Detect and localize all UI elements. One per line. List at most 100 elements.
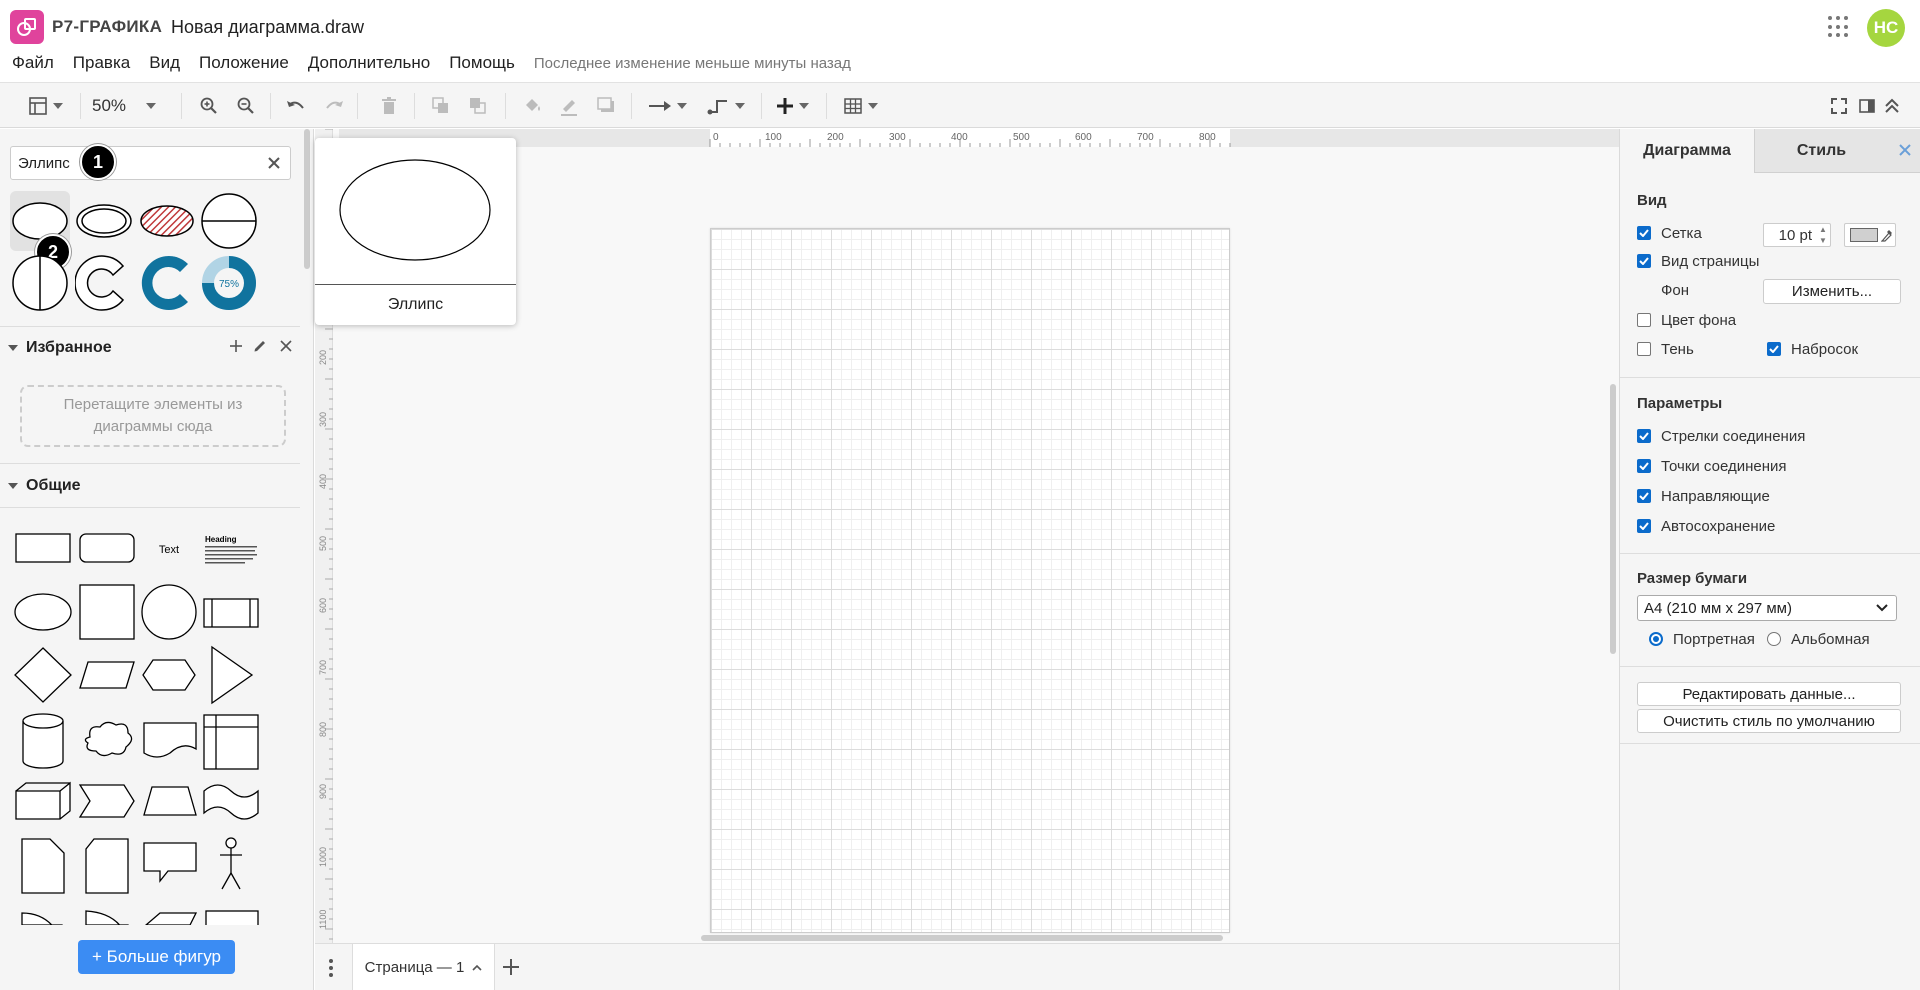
- add-favorite-icon[interactable]: [229, 339, 243, 358]
- shadow-button[interactable]: [593, 91, 619, 121]
- favorites-drop-zone[interactable]: Перетащите элементы из диаграммы сюда: [20, 385, 286, 447]
- to-front-button[interactable]: [428, 91, 454, 121]
- option-guides[interactable]: Направляющие: [1637, 486, 1770, 506]
- menu-file[interactable]: Файл: [12, 53, 54, 73]
- sketch-checkbox[interactable]: [1767, 342, 1781, 356]
- bg-color-option[interactable]: Цвет фона: [1637, 310, 1736, 330]
- general-header[interactable]: Общие: [8, 474, 81, 498]
- horizontal-scrollbar[interactable]: [701, 935, 1223, 941]
- delete-button[interactable]: [376, 91, 402, 121]
- tab-style[interactable]: Стиль: [1754, 129, 1888, 173]
- option-connection-arrows[interactable]: Стрелки соединения: [1637, 426, 1805, 446]
- collapse-button[interactable]: [1881, 91, 1903, 121]
- menu-help[interactable]: Помощь: [449, 53, 515, 73]
- more-vertical-icon[interactable]: [328, 958, 334, 978]
- general-title: Общие: [26, 477, 81, 494]
- shape-divided-circle[interactable]: [199, 191, 259, 251]
- ruler-label: 500: [1013, 132, 1030, 143]
- more-shapes-button[interactable]: + Больше фигур: [78, 940, 235, 974]
- to-back-button[interactable]: [465, 91, 491, 121]
- grid-option[interactable]: Сетка: [1637, 223, 1702, 243]
- chevron-down-icon: [53, 103, 63, 109]
- view-panels-button[interactable]: [24, 91, 68, 121]
- table-button[interactable]: [840, 91, 882, 121]
- paper-size-select[interactable]: A4 (210 мм x 297 мм): [1637, 595, 1897, 621]
- diagram-page[interactable]: [710, 228, 1230, 933]
- toolbar-divider: [505, 93, 506, 119]
- connection-style-button[interactable]: [645, 91, 691, 121]
- ruler-label: 300: [318, 412, 328, 427]
- shape-search[interactable]: [10, 146, 291, 180]
- favorites-header[interactable]: Избранное: [8, 336, 298, 360]
- last-change-status[interactable]: Последнее изменение меньше минуты назад: [534, 55, 851, 72]
- sidebar-scrollbar[interactable]: [304, 129, 310, 269]
- grid-color-button[interactable]: [1844, 223, 1896, 247]
- chevron-down-icon: [868, 103, 878, 109]
- vertical-scrollbar[interactable]: [1610, 384, 1616, 654]
- chevron-down-icon: [799, 103, 809, 109]
- zoom-out-button[interactable]: [233, 91, 259, 121]
- undo-button[interactable]: [283, 91, 309, 121]
- edit-data-button[interactable]: Редактировать данные...: [1637, 682, 1901, 706]
- clear-default-style-button[interactable]: Очистить стиль по умолчанию: [1637, 709, 1901, 733]
- page-view-option[interactable]: Вид страницы: [1637, 251, 1759, 271]
- chevron-up-icon[interactable]: [472, 964, 482, 972]
- grid-checkbox[interactable]: [1637, 226, 1651, 240]
- close-favorites-icon[interactable]: [279, 339, 293, 358]
- close-icon[interactable]: [1896, 141, 1914, 159]
- option-autosave[interactable]: Автосохранение: [1637, 516, 1775, 536]
- sketch-option[interactable]: Набросок: [1767, 339, 1858, 359]
- tab-diagram[interactable]: Диаграмма: [1620, 129, 1754, 173]
- menu-view[interactable]: Вид: [149, 53, 180, 73]
- shadow-option[interactable]: Тень: [1637, 339, 1694, 359]
- option-connection-points[interactable]: Точки соединения: [1637, 456, 1787, 476]
- portrait-option[interactable]: Портретная: [1649, 629, 1755, 649]
- shape-partial-ring[interactable]: [74, 253, 134, 313]
- connection-points-label: Точки соединения: [1661, 457, 1787, 475]
- landscape-label: Альбомная: [1791, 630, 1870, 648]
- divider: [0, 463, 300, 464]
- clear-search-icon[interactable]: [264, 153, 284, 173]
- menu-arrange[interactable]: Положение: [199, 53, 289, 73]
- shape-thick-arc[interactable]: [137, 253, 197, 313]
- menu-extras[interactable]: Дополнительно: [308, 53, 430, 73]
- line-color-button[interactable]: [556, 91, 582, 121]
- app-logo-icon: [10, 10, 44, 44]
- insert-button[interactable]: [772, 91, 814, 121]
- format-panel-button[interactable]: [1856, 91, 1878, 121]
- landscape-radio[interactable]: [1767, 632, 1781, 646]
- redo-button[interactable]: [321, 91, 347, 121]
- change-background-button[interactable]: Изменить...: [1763, 279, 1901, 304]
- grid-size-stepper[interactable]: ▲ ▼: [1817, 224, 1829, 246]
- divider: [1620, 743, 1920, 744]
- menu-edit[interactable]: Правка: [73, 53, 130, 73]
- add-page-icon[interactable]: [502, 958, 520, 976]
- page-tab[interactable]: Страница — 1: [352, 944, 495, 990]
- shape-hatched-ellipse[interactable]: [137, 191, 197, 251]
- page-view-checkbox[interactable]: [1637, 254, 1651, 268]
- bg-color-checkbox[interactable]: [1637, 313, 1651, 327]
- portrait-radio[interactable]: [1649, 632, 1663, 646]
- general-shapes-grid[interactable]: Text Heading: [10, 521, 270, 925]
- shadow-checkbox[interactable]: [1637, 342, 1651, 356]
- connection-points-checkbox[interactable]: [1637, 459, 1651, 473]
- fullscreen-button[interactable]: [1828, 91, 1850, 121]
- eyedropper-icon: [1881, 230, 1892, 242]
- edit-favorites-icon[interactable]: [253, 339, 267, 358]
- waypoints-button[interactable]: [703, 91, 749, 121]
- connection-arrows-checkbox[interactable]: [1637, 429, 1651, 443]
- shape-donut-75[interactable]: 75%: [199, 253, 259, 313]
- zoom-select[interactable]: 50%: [92, 91, 170, 121]
- zoom-in-button[interactable]: [196, 91, 222, 121]
- document-title[interactable]: Новая диаграмма.draw: [171, 17, 364, 38]
- guides-checkbox[interactable]: [1637, 489, 1651, 503]
- plus-icon: [777, 98, 793, 114]
- search-input[interactable]: [18, 155, 258, 172]
- apps-grid-icon[interactable]: [1828, 16, 1850, 38]
- fill-color-button[interactable]: [520, 91, 546, 121]
- landscape-option[interactable]: Альбомная: [1767, 629, 1870, 649]
- user-avatar[interactable]: НС: [1867, 9, 1905, 47]
- shape-double-ellipse[interactable]: [74, 191, 134, 251]
- autosave-checkbox[interactable]: [1637, 519, 1651, 533]
- shape-half-circle[interactable]: [10, 253, 70, 313]
